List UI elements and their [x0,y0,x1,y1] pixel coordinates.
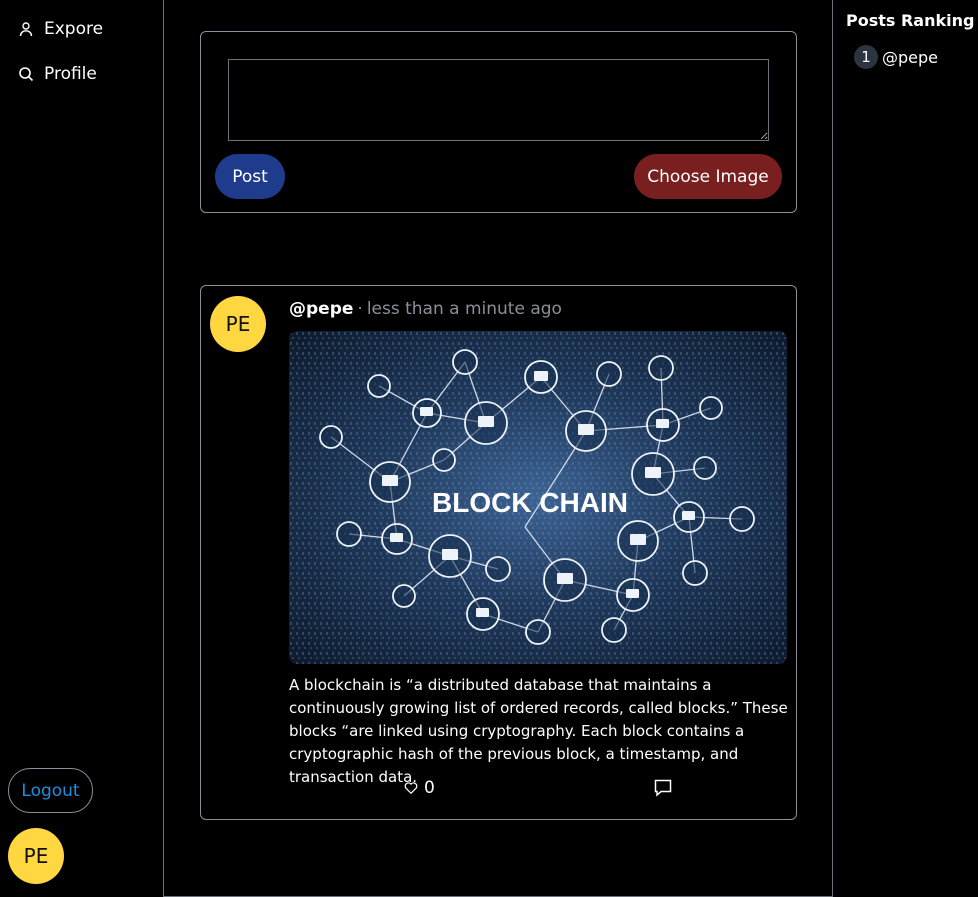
post-separator: · [357,299,363,319]
post-timestamp: less than a minute ago [366,299,562,319]
nav-item-profile[interactable]: Profile [18,64,97,84]
choose-image-button[interactable]: Choose Image [634,154,782,199]
nav-item-explore[interactable]: Expore [18,19,103,39]
post-text-input[interactable] [228,59,769,141]
nav-item-label: Profile [44,64,97,84]
ranking-user: @pepe [882,47,938,67]
comment-icon [654,779,672,797]
like-count: 0 [424,778,435,798]
comment-button[interactable] [654,779,672,801]
ranking-item[interactable]: 1 @pepe [854,45,938,69]
main-feed: Post Choose Image PE @pepe · less than a m… [163,0,833,897]
post-author[interactable]: @pepe [289,299,353,319]
search-icon [19,67,34,82]
rank-badge: 1 [854,45,878,69]
ranking-title: Posts Ranking [846,11,975,30]
post-header: @pepe · less than a minute ago [289,299,562,319]
post-card: PE @pepe · less than a minute ago BLOCK … [200,285,797,820]
post-body-text: A blockchain is “a distributed database … [289,676,788,786]
image-caption: BLOCK CHAIN [432,487,628,518]
left-sidebar: Expore Profile Logout PE [0,0,163,897]
user-icon [19,22,33,37]
post-button[interactable]: Post [215,154,285,199]
post-image[interactable]: BLOCK CHAIN [289,331,787,664]
blockchain-network-image: BLOCK CHAIN [289,331,787,664]
like-button[interactable]: 0 [404,778,435,798]
avatar[interactable]: PE [8,828,64,884]
post-author-avatar[interactable]: PE [210,296,266,352]
right-sidebar: Posts Ranking 1 @pepe [834,0,978,897]
post-composer: Post Choose Image [200,31,797,213]
logout-button[interactable]: Logout [8,768,93,813]
heart-icon [404,782,418,795]
nav-item-label: Expore [44,19,104,39]
